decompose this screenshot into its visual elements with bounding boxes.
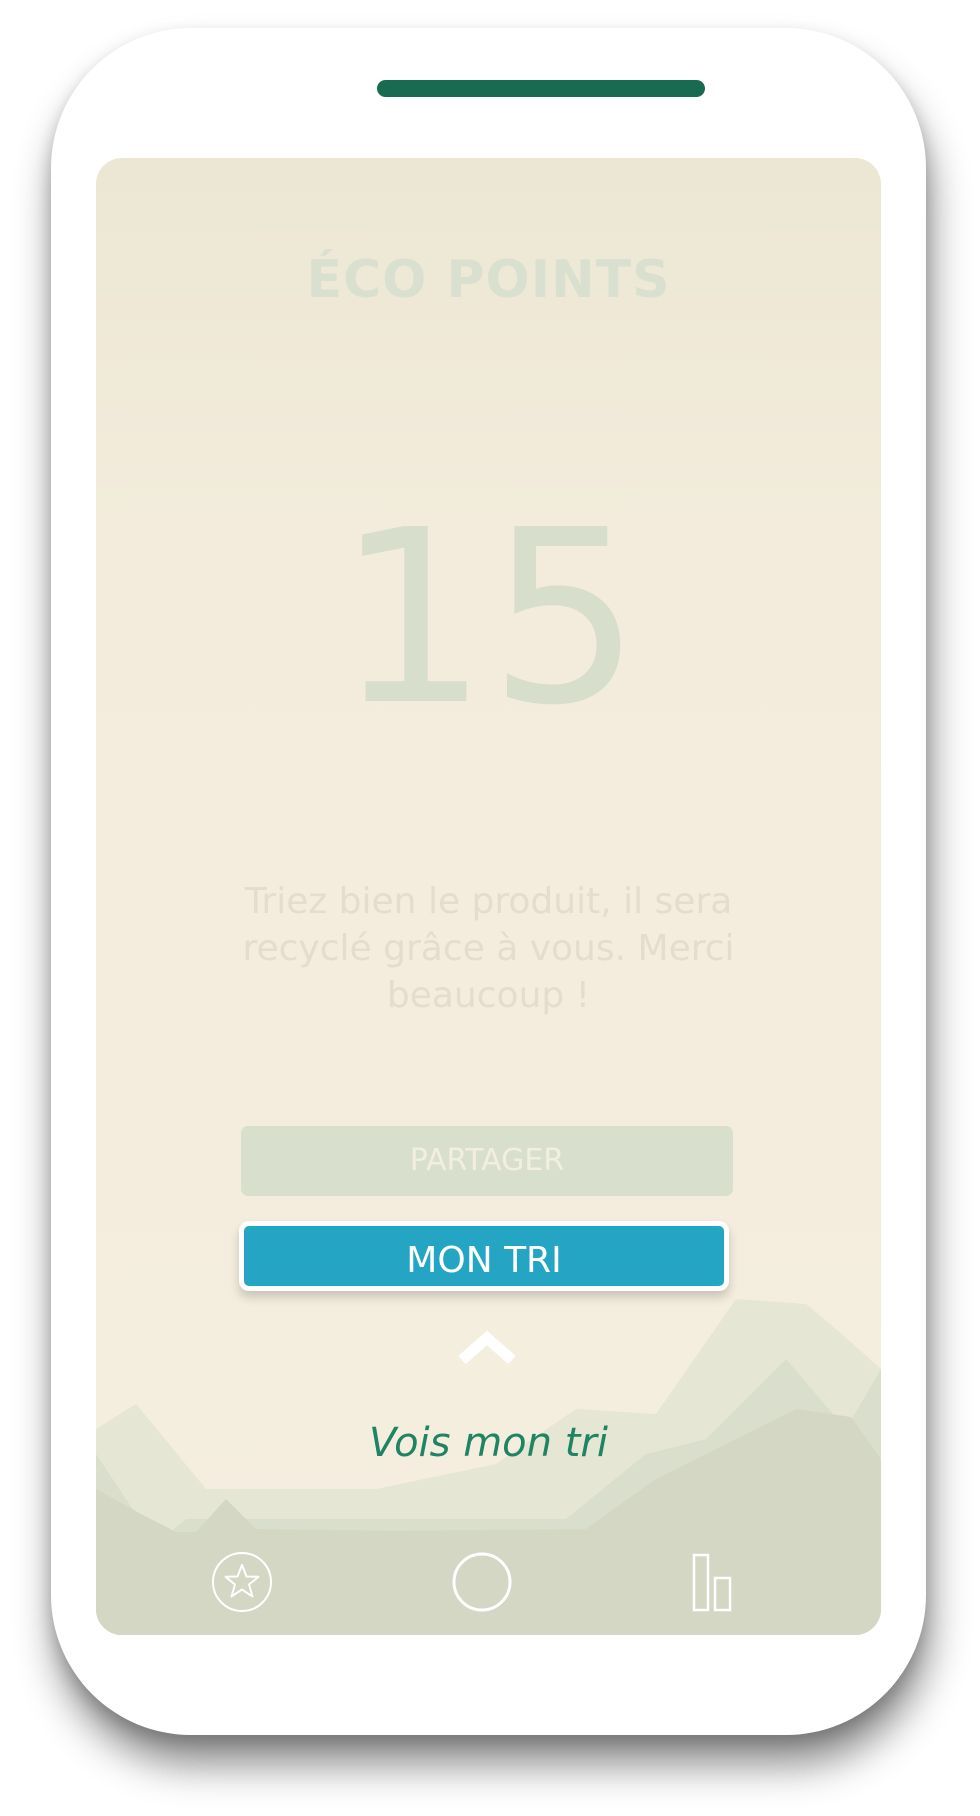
see-my-sorting-link[interactable]: Vois mon tri (96, 1420, 881, 1466)
thank-you-message: Triez bien le produit, il sera recyclé g… (242, 881, 735, 1016)
points-value: 15 (335, 478, 642, 758)
app-screen: ÉCO POINTS 15 Triez bien le produit, il … (96, 158, 881, 1635)
bar-chart-icon[interactable] (691, 1551, 743, 1613)
circle-icon[interactable] (451, 1551, 513, 1613)
phone-speaker (377, 80, 705, 97)
chevron-up-icon[interactable] (452, 1326, 522, 1370)
share-button[interactable]: PARTAGER (241, 1126, 733, 1196)
page-title: ÉCO POINTS (306, 250, 671, 310)
phone-frame: ÉCO POINTS 15 Triez bien le produit, il … (51, 28, 926, 1735)
my-sorting-button[interactable]: MON TRI (239, 1221, 729, 1291)
star-icon[interactable] (211, 1551, 273, 1613)
